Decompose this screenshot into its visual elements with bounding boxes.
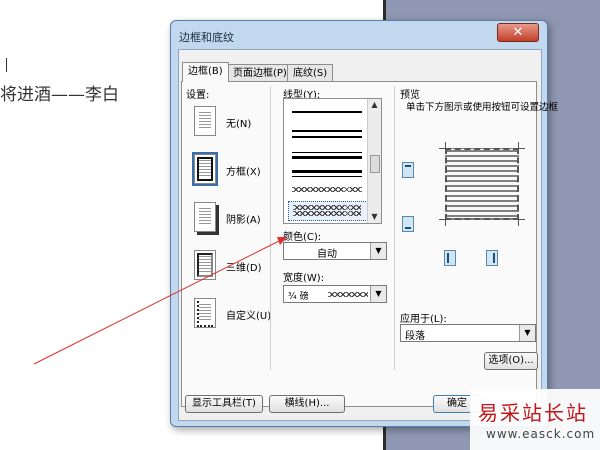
annotation-arrow	[33, 237, 287, 365]
tab-borders[interactable]: 边框(B)	[182, 62, 229, 82]
watermark: 易采站长站 www.easck.com	[470, 389, 600, 450]
annotation-arrow-head	[277, 237, 287, 245]
watermark-url: www.easck.com	[486, 427, 596, 441]
watermark-logo: 易采站长站	[478, 401, 588, 425]
annotation-arrow-line	[33, 239, 282, 365]
